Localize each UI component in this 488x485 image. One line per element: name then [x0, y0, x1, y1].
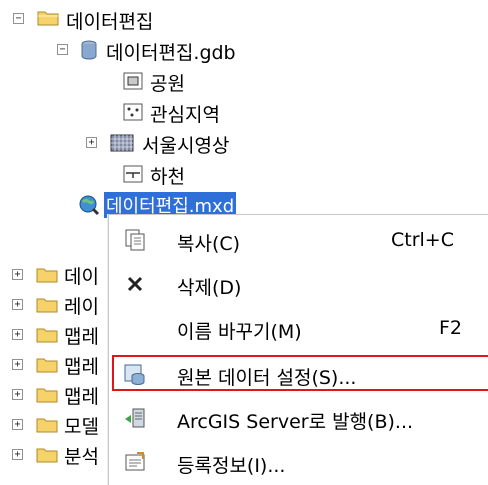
folder-icon	[36, 328, 58, 343]
tree-folder-label: 모델	[64, 415, 99, 438]
collapse-toggle[interactable]: −	[13, 13, 24, 24]
expand-toggle[interactable]: +	[12, 269, 23, 280]
delete-x-icon	[127, 276, 143, 292]
tree-item-interest[interactable]: 관심지역	[0, 97, 260, 127]
menu-item-shortcut: Ctrl+C	[391, 229, 454, 251]
copy-icon	[125, 229, 145, 251]
tree-folder-label: 맵레	[64, 325, 99, 348]
expand-toggle[interactable]: +	[12, 299, 23, 310]
menu-item-label: 원본 데이터 설정(S)...	[177, 367, 357, 389]
tree-folder-label: 데이	[64, 265, 99, 288]
context-menu: 복사(C) Ctrl+C 삭제(D) 이름 바꾸기(M) F2 원본 데이터 설…	[108, 214, 488, 485]
menu-item-delete[interactable]: 삭제(D)	[109, 265, 488, 303]
folder-icon	[36, 388, 58, 403]
tree-item-park[interactable]: 공원	[0, 66, 260, 96]
database-icon	[81, 40, 97, 60]
tree-gdb-label: 데이터편집.gdb	[106, 42, 236, 64]
tree-item-label: 공원	[150, 73, 185, 95]
tree-item-label: 서울시영상	[142, 135, 230, 157]
tree-item-raster[interactable]: + 서울시영상	[0, 128, 260, 158]
menu-item-properties[interactable]: 등록정보(I)...	[109, 443, 488, 481]
expand-toggle[interactable]: +	[12, 329, 23, 340]
menu-item-set-data-source[interactable]: 원본 데이터 설정(S)...	[109, 355, 488, 393]
tree-folder-label: 레이	[64, 295, 99, 318]
publish-server-icon	[125, 408, 145, 428]
expand-toggle[interactable]: +	[86, 137, 97, 148]
point-featureclass-icon	[123, 103, 143, 121]
tree-item-river[interactable]: 하천	[0, 159, 260, 189]
tree-item-label: 하천	[150, 166, 185, 188]
folder-icon	[36, 448, 58, 463]
tree-root-row[interactable]: − 데이터편집	[0, 4, 200, 34]
menu-item-label: ArcGIS Server로 발행(B)...	[177, 411, 414, 433]
tree-folder-label: 분석	[64, 445, 99, 468]
menu-item-rename[interactable]: 이름 바꾸기(M) F2	[109, 309, 488, 347]
expand-toggle[interactable]: +	[12, 419, 23, 430]
tree-folder-row[interactable]: + 맵레	[0, 350, 108, 380]
tree-folder-row[interactable]: + 데이	[0, 260, 108, 290]
folder-icon	[36, 358, 58, 373]
polygon-featureclass-icon	[123, 72, 143, 90]
raster-dataset-icon	[110, 134, 134, 152]
tree-folder-row[interactable]: + 모델	[0, 410, 108, 440]
menu-item-copy[interactable]: 복사(C) Ctrl+C	[109, 221, 488, 259]
map-document-icon	[79, 195, 100, 216]
menu-item-label: 등록정보(I)...	[177, 455, 286, 477]
menu-item-label: 삭제(D)	[177, 277, 242, 299]
menu-item-label: 이름 바꾸기(M)	[177, 321, 302, 343]
tree-folder-row[interactable]: + 맵레	[0, 380, 108, 410]
set-data-source-icon	[124, 364, 145, 385]
menu-item-shortcut: F2	[439, 317, 463, 339]
line-featureclass-icon	[123, 165, 143, 183]
tree-folder-label: 맵레	[64, 355, 99, 378]
tree-folder-label: 맵레	[64, 385, 99, 408]
tree-root-label: 데이터편집	[66, 11, 154, 33]
properties-icon	[125, 452, 145, 471]
menu-item-label: 복사(C)	[177, 233, 241, 255]
folder-icon	[37, 11, 59, 26]
tree-folder-row[interactable]: + 맵레	[0, 320, 108, 350]
expand-toggle[interactable]: +	[12, 389, 23, 400]
folder-icon	[36, 268, 58, 283]
menu-item-publish[interactable]: ArcGIS Server로 발행(B)...	[109, 399, 488, 437]
tree-folder-row[interactable]: + 분석	[0, 440, 108, 470]
tree-folder-row[interactable]: + 레이	[0, 290, 108, 320]
tree-item-label: 관심지역	[150, 104, 220, 126]
expand-toggle[interactable]: +	[12, 359, 23, 370]
tree-gdb-row[interactable]: − 데이터편집.gdb	[0, 35, 260, 65]
folder-icon	[36, 298, 58, 313]
folder-icon	[36, 418, 58, 433]
collapse-toggle[interactable]: −	[57, 44, 68, 55]
expand-toggle[interactable]: +	[12, 449, 23, 460]
